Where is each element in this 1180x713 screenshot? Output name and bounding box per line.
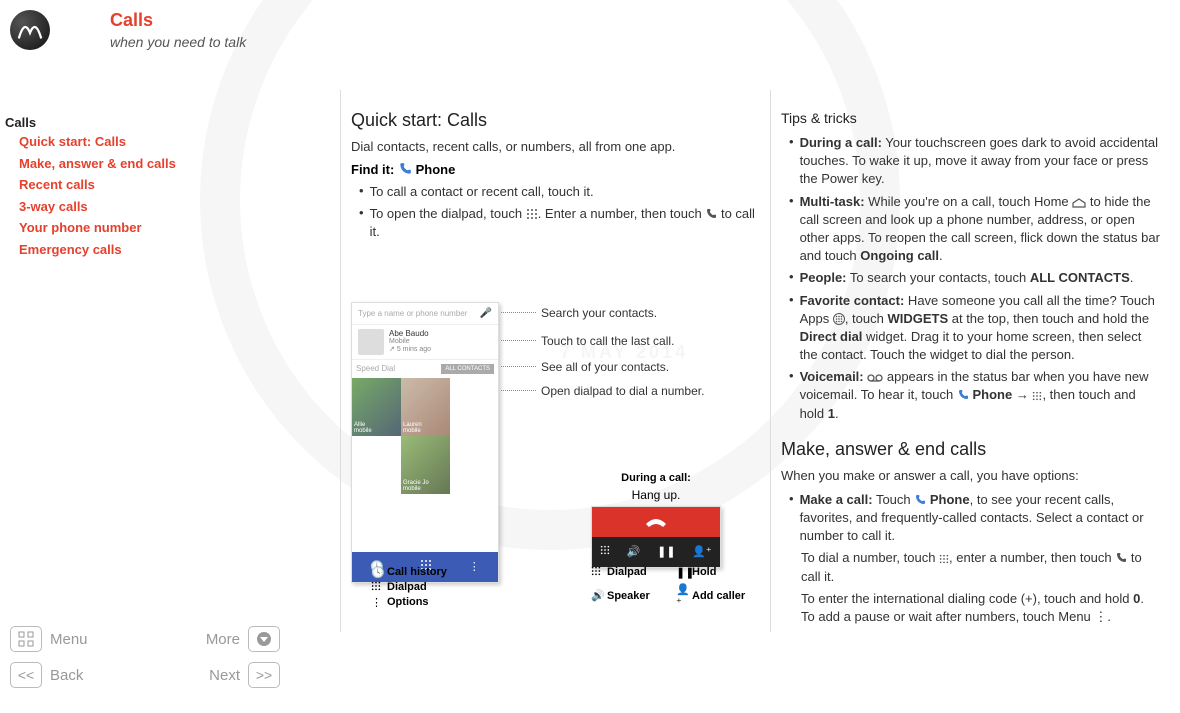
make-heading: Make, answer & end calls	[781, 439, 1160, 460]
during-call-title: During a call:	[591, 472, 721, 484]
nav-item-make-answer[interactable]: Make, answer & end calls	[19, 154, 290, 174]
favorite-tile[interactable]: Gracie Jomobile	[401, 436, 450, 494]
motorola-logo-icon	[10, 10, 50, 50]
home-icon	[1072, 198, 1086, 208]
back-button[interactable]: <<	[10, 662, 42, 688]
all-contacts-button[interactable]: ALL CONTACTS	[441, 364, 494, 374]
dialpad-icon	[526, 208, 538, 220]
find-it-line: Find it: Phone	[351, 162, 760, 177]
phone-icon	[1115, 552, 1127, 564]
tip-multitask: •Multi-task: While you're on a call, tou…	[789, 193, 1160, 266]
menu-button[interactable]	[10, 626, 42, 652]
more-label: More	[145, 631, 248, 648]
nav-item-quick-start[interactable]: Quick start: Calls	[19, 132, 290, 152]
tip-voicemail: •Voicemail: appears in the status bar wh…	[789, 368, 1160, 423]
favorite-tile[interactable]: Laurenmobile	[401, 378, 450, 436]
apps-icon	[833, 313, 845, 325]
phone-icon	[705, 208, 717, 220]
dialpad-icon	[939, 554, 949, 564]
qs-bullet-2: •To open the dialpad, touch . Enter a nu…	[359, 205, 760, 241]
hangup-label: Hang up.	[591, 488, 721, 502]
hangup-button[interactable]	[592, 507, 720, 537]
options-icon[interactable]: ⋮	[469, 560, 480, 573]
in-call-mockup: 🔊 ❚❚ 👤⁺	[591, 506, 721, 568]
more-button[interactable]	[248, 626, 280, 652]
voicemail-icon	[867, 373, 883, 383]
callout-search: Search your contacts.	[541, 306, 657, 320]
favorite-tile[interactable]: Alliemobile	[352, 378, 401, 436]
back-label: Back	[42, 667, 145, 684]
incall-bar-labels: Dialpad ❚❚Hold 🔊Speaker 👤⁺Add caller	[591, 564, 761, 611]
mic-icon[interactable]: 🎤	[480, 308, 492, 319]
callout-allcontacts: See all of your contacts.	[541, 360, 669, 374]
nav-item-phone-number[interactable]: Your phone number	[19, 218, 290, 238]
tip-during-call: •During a call: Your touchscreen goes da…	[789, 134, 1160, 189]
callout-lastcall: Touch to call the last call.	[541, 334, 674, 348]
incall-add-icon[interactable]: 👤⁺	[692, 545, 712, 558]
next-button[interactable]: >>	[248, 662, 280, 688]
make-intro: When you make or answer a call, you have…	[781, 468, 1160, 483]
menu-label: Menu	[42, 631, 145, 648]
phone-app-mockup: Type a name or phone number 🎤 Abe Baudo …	[351, 302, 499, 583]
search-input[interactable]: Type a name or phone number	[358, 309, 467, 318]
recent-call-row[interactable]: Abe Baudo Mobile ↗ 5 mins ago	[352, 324, 498, 359]
page-subtitle: when you need to talk	[110, 34, 246, 50]
speed-dial-label: Speed Dial	[356, 364, 395, 373]
quick-start-intro: Dial contacts, recent calls, or numbers,…	[351, 139, 760, 154]
make-bullet-1: •Make a call: Touch Phone, to see your r…	[789, 491, 1160, 546]
tip-people: •People: To search your contacts, touch …	[789, 269, 1160, 287]
make-para-2: To dial a number, touch , enter a number…	[801, 549, 1160, 585]
phone-icon	[914, 494, 926, 506]
dialpad-icon	[1032, 391, 1042, 401]
phone-icon	[398, 162, 412, 176]
avatar	[358, 329, 384, 355]
incall-dialpad-icon[interactable]	[600, 545, 610, 558]
incall-speaker-icon[interactable]: 🔊	[627, 545, 641, 558]
make-para-3: To enter the international dialing code …	[801, 590, 1160, 626]
nav-item-emergency[interactable]: Emergency calls	[19, 240, 290, 260]
menu-dots-icon: ⋮	[1094, 609, 1107, 624]
quick-start-heading: Quick start: Calls	[351, 110, 760, 131]
nav-section-title: Calls	[5, 115, 290, 130]
qs-bullet-1: •To call a contact or recent call, touch…	[359, 183, 760, 201]
tip-favorite: •Favorite contact: Have someone you call…	[789, 292, 1160, 365]
phone-icon	[957, 389, 969, 401]
bottom-bar-labels: 🕓Call history Dialpad ⋮Options	[371, 564, 447, 611]
nav-item-3way-calls[interactable]: 3-way calls	[19, 197, 290, 217]
callout-dialpad: Open dialpad to dial a number.	[541, 384, 704, 398]
tips-heading: Tips & tricks	[781, 110, 1160, 126]
page-title: Calls	[110, 10, 246, 31]
next-label: Next	[145, 667, 248, 684]
nav-item-recent-calls[interactable]: Recent calls	[19, 175, 290, 195]
incall-hold-icon[interactable]: ❚❚	[657, 545, 675, 558]
